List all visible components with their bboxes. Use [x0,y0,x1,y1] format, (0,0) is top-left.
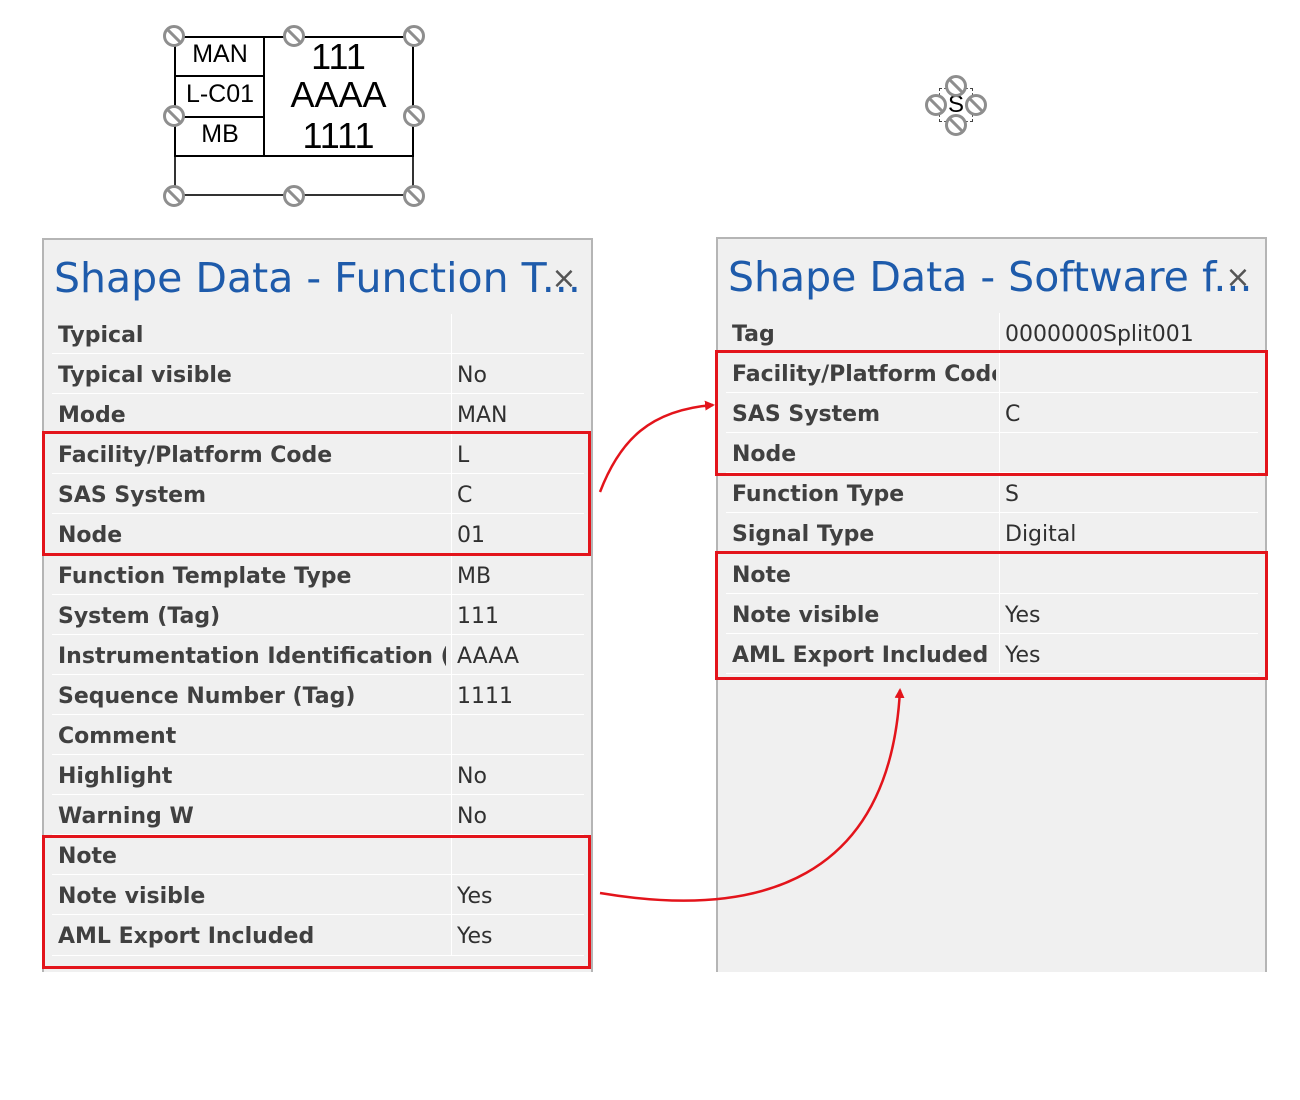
arrow-node-mapping [598,400,715,493]
mapping-arrows [598,400,905,902]
arrow-note-mapping [599,688,905,902]
